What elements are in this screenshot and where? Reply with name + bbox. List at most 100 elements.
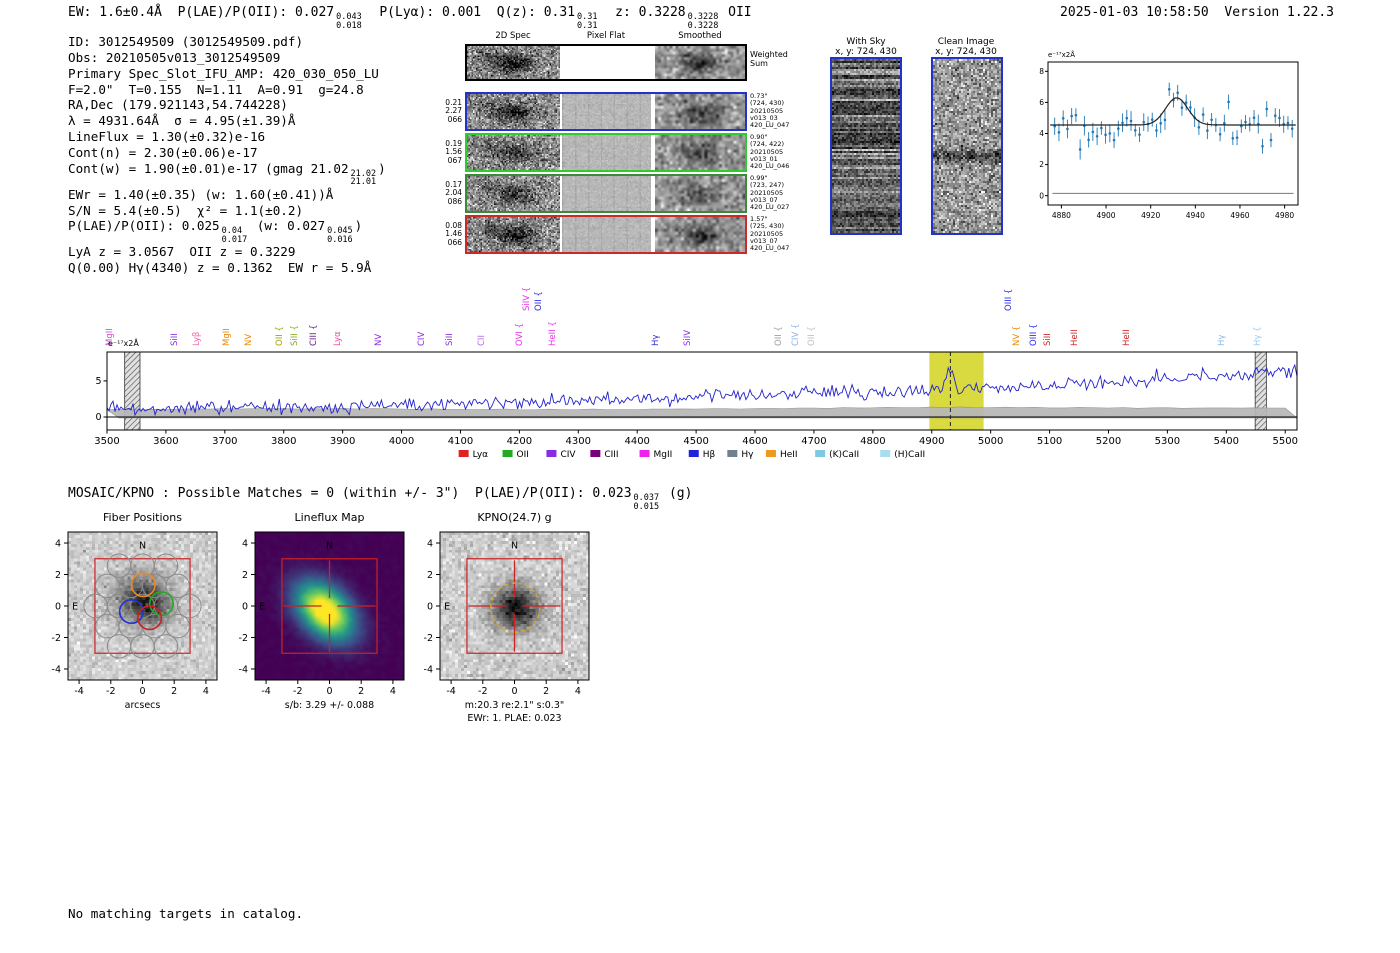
svg-text:0: 0 — [1039, 191, 1044, 200]
svg-text:5300: 5300 — [1155, 436, 1180, 447]
svg-text:4900: 4900 — [1096, 211, 1115, 220]
fiber-positions-panel: -4 -4 -2 -2 0 0 2 2 4 4 Fiber Positions arcsecs N E — [23, 508, 228, 723]
svg-text:-4: -4 — [74, 686, 83, 697]
svg-text:0: 0 — [242, 602, 248, 613]
fiber-circle — [83, 593, 108, 619]
legend-item: HeII — [765, 450, 798, 460]
svg-text:HeII: HeII — [780, 450, 798, 460]
svg-text:4: 4 — [427, 539, 433, 550]
info-line: Q(0.00) Hγ(4340) z = 0.1362 EW r = 5.9Å — [68, 260, 372, 276]
masked-band — [124, 351, 141, 431]
summary-line: EW: 1.6±0.4Å P(LAE)/P(OII): 0.027 0.043 0.… — [68, 5, 752, 31]
legend-item: Lyα — [458, 450, 488, 460]
svg-text:2: 2 — [242, 570, 248, 581]
info-line: Obs: 20210505v013_3012549509 — [68, 49, 281, 65]
svg-text:-4: -4 — [239, 664, 248, 675]
svg-text:0: 0 — [55, 602, 61, 613]
legend-item: (H)CaII — [880, 450, 925, 460]
inset-spines — [1047, 61, 1299, 206]
compass-east: E — [444, 602, 450, 613]
svg-text:6: 6 — [1039, 98, 1044, 107]
spec2d-col-header: Smoothed — [678, 31, 722, 41]
spec2d-row-info: 0.73" (724, 430) 20210505 v013_03 420_LU_047 — [750, 92, 790, 130]
spec2d-image — [467, 176, 560, 211]
svg-text:2: 2 — [1039, 160, 1044, 169]
svg-text:5100: 5100 — [1037, 436, 1062, 447]
kpno-cutout-panel: -4 -4 -2 -2 0 0 2 2 4 4 KPNO(24.7) g m:20.3 re:2.1"… — [395, 508, 600, 723]
svg-text:CIV: CIV — [560, 450, 576, 460]
svg-text:-2: -2 — [293, 686, 302, 697]
stacked-uncertainty: 0.04 0.017 — [221, 226, 248, 245]
stacked-uncertainty: 0.045 0.016 — [327, 226, 353, 245]
masked-band — [1254, 351, 1267, 431]
version-label: Version 1.22.3 — [1224, 5, 1334, 20]
svg-text:8: 8 — [1039, 67, 1044, 76]
spec2d-col-header: 2D Spec — [495, 31, 531, 41]
info-line: ID: 3012549509 (3012549509.pdf) — [68, 34, 304, 49]
svg-text:4800: 4800 — [860, 436, 885, 447]
svg-text:OII: OII — [517, 450, 529, 460]
panel-xlabel: arcsecs — [125, 700, 161, 711]
panel-xlabel: s/b: 3.29 +/- 0.088 — [285, 700, 374, 711]
info-line: λ = 4931.64Å σ = 4.95(±1.39)Å — [68, 113, 296, 129]
clean-image-coords: x, y: 724, 430 — [935, 47, 997, 57]
highlight-fiber-circle — [130, 572, 156, 598]
info-line: Cont(w) = 1.90(±0.01)e-17 (gmag 21.02 21.… — [68, 160, 386, 188]
svg-text:-4: -4 — [446, 686, 455, 697]
legend-item: (K)CaII — [815, 450, 859, 460]
svg-text:4000: 4000 — [389, 436, 414, 447]
info-line: Primary Spec_Slot_IFU_AMP: 420_030_050_L… — [68, 65, 379, 81]
spec2d-image — [467, 135, 560, 170]
line-fit-inset-plot: 0 2 4 6 8 4880 4900 4920 4940 4960 4980 e⁻¹⁷x2Å — [1039, 50, 1299, 220]
compass-north: N — [326, 540, 333, 551]
svg-text:(K)CaII: (K)CaII — [829, 450, 859, 460]
panel-xlabel2: EWr: 1. PLAE: 0.023 — [467, 713, 561, 723]
inset-ylabel: e⁻¹⁷x2Å — [1048, 50, 1075, 59]
svg-text:4920: 4920 — [1141, 211, 1160, 220]
emission-line-label: SiIV { — [522, 286, 533, 311]
svg-text:4880: 4880 — [1052, 211, 1071, 220]
svg-text:5500: 5500 — [1272, 436, 1297, 447]
svg-text:2: 2 — [427, 570, 433, 581]
svg-text:0: 0 — [139, 686, 145, 697]
spec2d-row-scale: 0.21 2.27 066 — [445, 97, 462, 124]
legend-item: Hγ — [727, 450, 754, 460]
blank-cell — [562, 46, 651, 79]
legend-item: Hβ — [688, 450, 716, 460]
spectrum-ylabel: e⁻¹⁷x2Å — [108, 337, 139, 348]
weighted-sum-label: Weighted Sum — [750, 50, 788, 68]
svg-text:2: 2 — [358, 686, 364, 697]
fiber-circle — [118, 573, 143, 599]
clean-image — [933, 59, 1001, 233]
spectrum-spines — [106, 351, 1298, 431]
svg-text:0: 0 — [95, 412, 101, 423]
spec2d-row-scale: 0.08 1.46 066 — [445, 220, 462, 247]
svg-text:0: 0 — [511, 686, 517, 697]
svg-text:4: 4 — [55, 539, 61, 550]
fiber-circle — [153, 553, 179, 578]
report-page: EW: 1.6±0.4Å P(LAE)/P(OII): 0.027 0.043 0.… — [0, 0, 1400, 953]
info-line: S/N = 5.4(±0.5) χ² = 1.1(±0.2) — [68, 202, 304, 218]
svg-text:-4: -4 — [52, 664, 61, 675]
legend-item: MgII — [639, 450, 672, 460]
spec2d-col-header: Pixel Flat — [586, 31, 626, 41]
fiber-circle — [177, 593, 202, 619]
svg-text:4100: 4100 — [448, 436, 473, 447]
spec2d-row-info: 0.90" (724, 422) 20210505 v013_01 420_LU_046 — [750, 133, 790, 171]
svg-text:3500: 3500 — [95, 436, 120, 447]
stacked-uncertainty: 0.3228 0.3228 — [687, 12, 719, 31]
info-line: F=2.0" T=0.155 N=1.11 A=0.91 g=24.8 — [68, 81, 364, 97]
smoothed-image — [655, 176, 745, 211]
svg-text:5200: 5200 — [1096, 436, 1121, 447]
fiber-circle — [130, 553, 155, 578]
timestamp: 2025-01-03 10:58:50 — [1060, 5, 1209, 20]
svg-text:-2: -2 — [424, 633, 433, 644]
spec2d-row-info: 1.57" (725, 430) 20210505 v013_07 420_LU_047 — [750, 215, 790, 253]
fiber-circle — [106, 593, 132, 619]
emission-line-label: OII { — [534, 291, 545, 311]
spec2d-row — [465, 174, 747, 213]
spec2d-image — [467, 94, 560, 129]
footer-notes: No matching targets in catalog. Row inte… — [68, 875, 303, 953]
svg-text:5: 5 — [95, 376, 101, 387]
